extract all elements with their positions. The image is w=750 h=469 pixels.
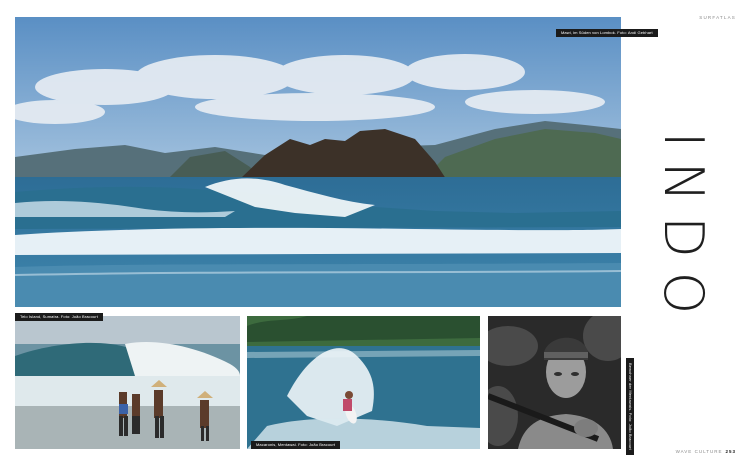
page-footer: WAVE CULTURE 253 (676, 449, 736, 454)
bottom-middle-photo (247, 316, 480, 449)
bottom-middle-photo-caption: Macaronis, Mentawai. Foto: João Bracourt (251, 441, 341, 449)
page-title: INDO (652, 131, 715, 329)
bottom-right-photo-caption: Bewohner der Mentawais. Foto: João Braco… (626, 358, 634, 455)
bottom-right-photo (488, 316, 621, 449)
hero-photo (15, 17, 621, 307)
bottom-left-photo-caption: Telo Island, Sumatra. Foto: João Bracour… (15, 313, 103, 321)
page-number: 253 (725, 449, 736, 454)
hero-photo-caption: Mawi, im Süden von Lombok. Foto: Andi Ge… (556, 29, 658, 37)
magazine-name: WAVE CULTURE (675, 449, 723, 454)
section-label: SURFATLAS (699, 15, 736, 20)
bottom-left-photo (15, 316, 240, 449)
